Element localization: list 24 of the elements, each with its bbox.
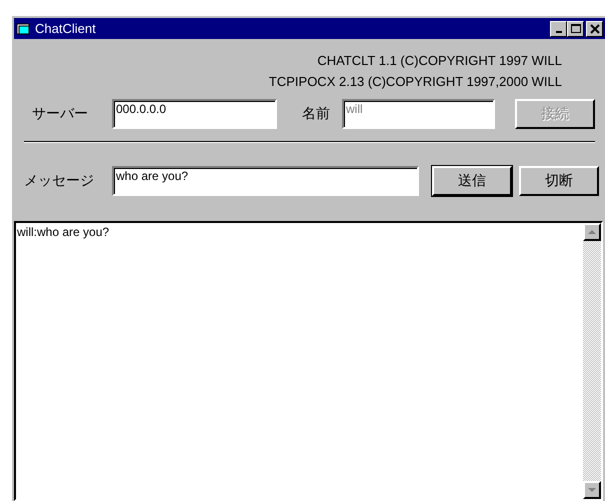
minimize-icon [556, 31, 562, 33]
field-label: サーバー [32, 105, 89, 123]
up-arrow-icon [587, 229, 597, 235]
close-icon [590, 24, 600, 34]
scroll-up-button[interactable] [583, 223, 601, 241]
field-label: メッセージ [24, 172, 95, 190]
maximize-button[interactable] [567, 20, 584, 36]
send-button[interactable]: 送信 [432, 166, 512, 196]
server-field[interactable]: 000.0.0.0 [112, 99, 277, 129]
window-title: ChatClient [35, 21, 97, 36]
scroll-down-button[interactable] [583, 481, 601, 499]
disconnect-button[interactable]: 切断 [519, 166, 599, 196]
scrollbar[interactable] [583, 223, 601, 499]
down-arrow-icon [587, 487, 597, 493]
maximize-icon [570, 24, 580, 34]
minimize-button[interactable] [550, 20, 567, 36]
field-label: 名前 [302, 105, 331, 123]
copyright-text: TCPIPOCX 2.13 (C)COPYRIGHT 1997,2000 WILL [268, 74, 562, 89]
app-icon [16, 22, 32, 36]
chat-log[interactable]: will:who are you? [14, 221, 603, 501]
close-button[interactable] [586, 20, 603, 36]
message-field[interactable]: who are you? [112, 166, 419, 196]
chat-message: will:who are you? [17, 225, 110, 239]
copyright-text: CHATCLT 1.1 (C)COPYRIGHT 1997 WILL [317, 53, 562, 68]
